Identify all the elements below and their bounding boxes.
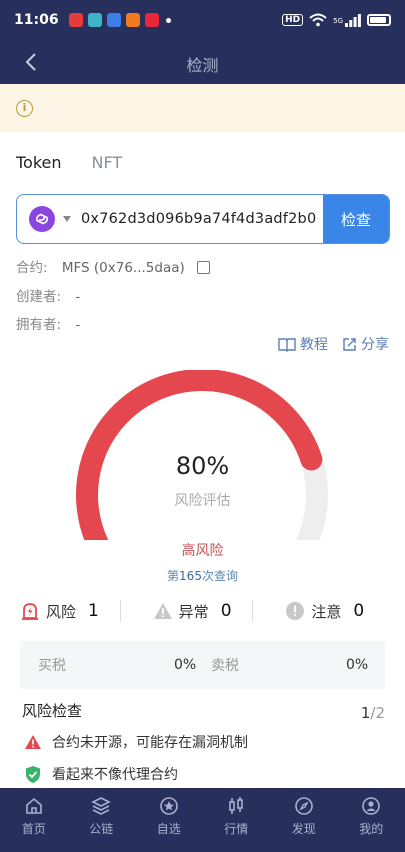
stat-attention-label: 注意	[311, 602, 342, 621]
clock: 11:06	[14, 12, 59, 28]
share-label: 分享	[361, 337, 389, 353]
app-notification-icon	[144, 13, 159, 27]
buy-tax-label: 买税	[38, 658, 66, 674]
owner-row: 拥有者: -	[16, 313, 80, 333]
app-notification-icon	[106, 13, 121, 27]
tab-profile-label: 我的	[359, 822, 384, 836]
owner-label: 拥有者:	[16, 317, 62, 333]
compass-icon	[294, 797, 313, 815]
risk-percent: 80%	[175, 452, 230, 480]
contract-row: 合约: MFS (0x76...5daa)	[16, 256, 211, 276]
warning-triangle-icon	[153, 603, 172, 619]
hd-icon: HD	[282, 14, 304, 26]
stat-abnormal-value: 0	[220, 601, 232, 621]
query-suffix: 次查询	[201, 569, 238, 583]
check-item[interactable]: 看起来不像代理合约	[24, 764, 178, 784]
share-icon	[343, 337, 356, 351]
tab-watchlist-label: 自选	[156, 822, 181, 836]
battery-icon	[367, 14, 391, 26]
query-number: 165	[179, 569, 202, 583]
stat-risk-label: 风险	[46, 602, 77, 621]
sell-tax-value: 0%	[346, 657, 369, 673]
creator-label: 创建者:	[16, 289, 62, 305]
query-count: 第165次查询	[0, 567, 405, 584]
stat-attention[interactable]: 注意 0	[253, 601, 385, 622]
tax-panel: 买税 0% 卖税 0%	[20, 641, 385, 689]
stat-risk-value: 1	[88, 601, 99, 621]
tab-profile[interactable]: 我的	[338, 788, 405, 852]
app-notification-icon	[125, 13, 140, 27]
buy-tax-value: 0%	[174, 657, 197, 673]
chain-dropdown-caret-icon[interactable]	[63, 216, 71, 222]
tab-home[interactable]: 首页	[0, 788, 68, 852]
sell-tax-label: 卖税	[211, 658, 239, 674]
shield-check-icon	[26, 765, 40, 783]
tab-discover-label: 发现	[291, 822, 316, 836]
stats-row: 风险 1 异常 0 注意 0	[20, 600, 385, 622]
tab-nft[interactable]: NFT	[92, 153, 123, 172]
owner-value: -	[75, 317, 81, 333]
copy-icon[interactable]	[197, 261, 211, 274]
polygon-icon[interactable]	[29, 206, 55, 232]
checks-pager[interactable]: 1/2	[361, 704, 385, 722]
book-icon	[278, 337, 296, 352]
pager-total: /2	[370, 704, 385, 722]
tab-home-label: 首页	[21, 822, 46, 836]
stat-attention-value: 0	[353, 601, 365, 621]
asset-type-tabs: Token NFT	[16, 153, 122, 172]
share-link[interactable]: 分享	[342, 334, 389, 354]
address-input[interactable]: 0x762d3d096b9a74f4d3adf2b0	[81, 211, 323, 227]
risk-checks-title: 风险检查	[22, 702, 83, 720]
tutorial-link[interactable]: 教程	[278, 334, 328, 354]
signal-icon	[345, 13, 361, 27]
check-item-text: 看起来不像代理合约	[52, 767, 178, 783]
query-prefix: 第	[167, 569, 180, 583]
bottom-tab-bar: 首页 公链 自选 行情 发现 我的	[0, 788, 405, 852]
exclamation-circle-icon	[286, 602, 305, 620]
tutorial-label: 教程	[300, 337, 328, 353]
tab-market-label: 行情	[224, 822, 249, 836]
notice-banner: i	[0, 84, 405, 132]
risk-caption: 风险评估	[174, 493, 231, 509]
tab-token[interactable]: Token	[16, 153, 62, 172]
risk-alert-icon	[22, 603, 38, 620]
network-type: 5G	[333, 17, 343, 25]
action-links: 教程 分享	[278, 334, 389, 354]
home-icon	[25, 797, 42, 814]
user-icon	[362, 797, 381, 815]
status-bar: 11:06 HD 5G	[0, 0, 405, 40]
info-icon[interactable]: i	[16, 100, 33, 117]
risk-warning-icon	[25, 735, 41, 749]
creator-row: 创建者: -	[16, 285, 80, 305]
candlestick-icon	[229, 797, 244, 814]
check-button[interactable]: 检查	[323, 195, 389, 243]
stat-abnormal-label: 异常	[178, 602, 209, 621]
wifi-icon	[309, 13, 327, 27]
stat-risk[interactable]: 风险 1	[20, 601, 120, 622]
page-title: 检测	[186, 56, 219, 75]
app-notification-icon	[87, 13, 102, 27]
address-search: 0x762d3d096b9a74f4d3adf2b0 检查	[16, 194, 390, 244]
tab-watchlist[interactable]: 自选	[135, 788, 203, 852]
contract-label: 合约:	[16, 260, 48, 276]
stat-abnormal[interactable]: 异常 0	[121, 601, 253, 622]
tab-discover[interactable]: 发现	[270, 788, 338, 852]
creator-value: -	[75, 289, 81, 305]
pager-current: 1	[360, 704, 371, 722]
tab-chains-label: 公链	[89, 822, 114, 836]
app-notification-icon	[68, 13, 83, 27]
layers-icon	[91, 797, 112, 815]
check-item[interactable]: 合约未开源，可能存在漏洞机制	[24, 732, 248, 752]
check-item-text: 合约未开源，可能存在漏洞机制	[52, 735, 248, 751]
more-notifications-icon	[165, 17, 171, 23]
contract-value: MFS (0x76...5daa)	[61, 260, 185, 276]
star-icon	[159, 797, 178, 815]
risk-level: 高风险	[181, 543, 224, 559]
tab-chains[interactable]: 公链	[68, 788, 136, 852]
tab-market[interactable]: 行情	[203, 788, 271, 852]
nav-bar: 检测	[0, 40, 405, 84]
